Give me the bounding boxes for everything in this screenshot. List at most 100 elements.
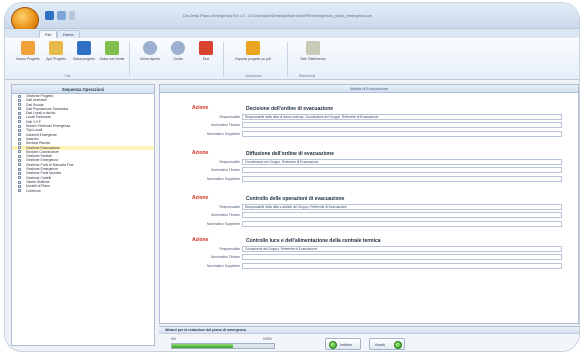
responsabile-field[interactable]: Componenti del Gruppo, Referente di Evac… [242, 246, 562, 252]
checkbox-icon [18, 171, 21, 175]
checkbox-icon [18, 184, 21, 188]
wizard-panel: Wizard per la redazione del piano di eme… [159, 326, 579, 351]
app-window: Dis Desk Piano Emergenza Ed 1.0 - C:\Use… [4, 2, 580, 352]
checkbox-icon [18, 103, 21, 107]
open-project-button[interactable]: Apri Progetto [43, 41, 69, 73]
back-button[interactable]: Indietro [325, 338, 361, 350]
action-block: Azione Controllo delle operazioni di evac… [160, 195, 570, 233]
action-title: Controllo luce e dell'alimentazione dell… [246, 238, 381, 244]
checkbox-icon [18, 124, 21, 128]
arrow-right-icon [394, 341, 402, 349]
responsabile-label: Responsabile [219, 115, 240, 119]
ribbon-group-label-file: File [65, 74, 71, 78]
checkbox-icon [18, 167, 21, 171]
export-pdf-button[interactable]: Esporta progetto su pdf [233, 41, 273, 73]
ribbon: Nuovo Progetto Apri Progetto Salva proge… [5, 38, 579, 80]
ribbon-separator [287, 42, 288, 76]
checkbox-icon [18, 137, 21, 141]
nominativo-supplente-field[interactable] [242, 263, 562, 269]
action-block: Azione Diffusione dell'ordine di evacuazi… [160, 150, 570, 188]
checkbox-icon [18, 163, 21, 167]
action-label: Azione [192, 150, 209, 156]
arrow-left-icon [329, 341, 337, 349]
nominativo-supplente-label: Nominativo Supplente [206, 222, 240, 226]
checkbox-icon [18, 98, 21, 102]
checkbox-icon [18, 107, 21, 111]
nominativo-titolare-field[interactable] [242, 122, 562, 128]
next-button[interactable]: Avanti [369, 338, 405, 350]
checkbox-icon [18, 111, 21, 115]
action-label: Azione [192, 195, 209, 201]
nominativo-supplente-label: Nominativo Supplente [206, 264, 240, 268]
nominativo-titolare-label: Nominativo Titolare [210, 168, 240, 172]
tab-home[interactable]: Home [57, 30, 80, 38]
action-block: Azione Decisione dell'ordine di evacuazio… [160, 105, 570, 143]
quick-save-icon[interactable] [45, 11, 54, 20]
checkbox-icon [18, 128, 21, 132]
export-pdf-icon [246, 41, 260, 55]
help-icon [171, 41, 185, 55]
action-block: Azione Controllo luce e dell'alimentazion… [160, 237, 570, 275]
checkbox-icon [18, 150, 21, 154]
ribbon-group-label-riferimenti: Riferimenti [299, 74, 316, 78]
responsabile-field[interactable]: Responsabile della ditta o addetti del G… [242, 204, 562, 210]
responsabile-field[interactable]: Coordinatore del Gruppo, Referente di Ev… [242, 159, 562, 165]
responsabile-label: Responsabile [219, 205, 240, 209]
save-disk-icon [77, 41, 91, 55]
main-panel-title: Attività di Evacuazione [160, 85, 578, 93]
operations-sidebar: Sequenza Operazioni Gestione Progetto Dat… [11, 84, 155, 346]
settings-icon [306, 41, 320, 55]
sidebar-item[interactable]: Contenuti [12, 189, 154, 193]
save-project-button[interactable]: Salva progetto [71, 41, 97, 73]
checkbox-icon [18, 154, 21, 158]
nominativo-supplente-field[interactable] [242, 221, 562, 227]
ribbon-group-label-operazioni: Operazioni [245, 74, 262, 78]
ribbon-separator [129, 42, 130, 76]
wizard-title: Wizard per la redazione del piano di eme… [159, 327, 579, 334]
nominativo-titolare-label: Nominativo Titolare [210, 123, 240, 127]
checkbox-icon [18, 116, 21, 120]
save-as-icon [105, 41, 119, 55]
nominativo-supplente-field[interactable] [242, 131, 562, 137]
tab-file[interactable]: File [39, 30, 58, 38]
checkbox-icon [18, 141, 21, 145]
exit-button[interactable]: Esci [193, 41, 219, 73]
save-as-button[interactable]: Salva con Nome [99, 41, 125, 73]
progress-start-label: 0% [171, 337, 176, 341]
nominativo-titolare-field[interactable] [242, 254, 562, 260]
wizard-progress-bar [171, 343, 275, 349]
wizard-progress-fill [172, 344, 234, 348]
window-title: Dis Desk Piano Emergenza Ed 1.0 - C:\Use… [183, 13, 372, 18]
new-project-button[interactable]: Nuovo Progetto [15, 41, 41, 73]
progress-end-label: 100% [263, 337, 272, 341]
checkbox-icon [18, 176, 21, 180]
checkbox-icon [18, 133, 21, 137]
nominativo-titolare-label: Nominativo Titolare [210, 255, 240, 259]
responsabile-field[interactable]: Responsabile della ditta di lavoro ester… [242, 114, 562, 120]
ribbon-separator [223, 42, 224, 76]
sidebar-item-label: Contenuti [26, 188, 41, 193]
nominativo-titolare-field[interactable] [242, 212, 562, 218]
recent-icon [143, 41, 157, 55]
checkbox-icon [18, 189, 21, 193]
reference-settings-button[interactable]: Sett. Riferimento [297, 41, 329, 73]
nominativo-titolare-label: Nominativo Titolare [210, 213, 240, 217]
action-title: Controllo delle operazioni di evacuazion… [246, 196, 345, 202]
nominativo-titolare-field[interactable] [242, 167, 562, 173]
exit-icon [199, 41, 213, 55]
recent-button[interactable]: Ultimo Aperto [137, 41, 163, 73]
checkbox-icon [18, 120, 21, 124]
nominativo-supplente-field[interactable] [242, 176, 562, 182]
action-label: Azione [192, 105, 209, 111]
responsabile-label: Responsabile [219, 160, 240, 164]
nominativo-supplente-label: Nominativo Supplente [206, 132, 240, 136]
quick-access-dropdown-icon[interactable] [69, 11, 75, 20]
title-bar: Dis Desk Piano Emergenza Ed 1.0 - C:\Use… [5, 3, 579, 33]
quick-undo-icon[interactable] [57, 11, 66, 20]
responsabile-label: Responsabile [219, 247, 240, 251]
sidebar-title: Sequenza Operazioni [12, 85, 154, 94]
checkbox-icon [18, 94, 21, 98]
nominativo-supplente-label: Nominativo Supplente [206, 177, 240, 181]
help-button[interactable]: Guida [165, 41, 191, 73]
open-folder-icon [49, 41, 63, 55]
